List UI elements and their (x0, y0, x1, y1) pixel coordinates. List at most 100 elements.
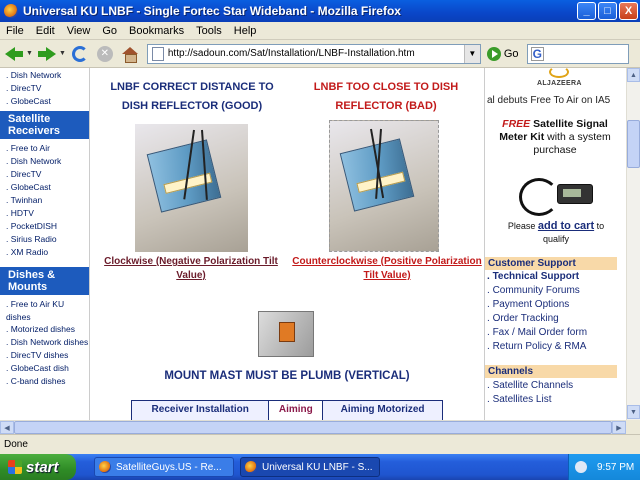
sidebar-link-directv-dishes[interactable]: . DirecTV dishes (0, 349, 89, 362)
menu-view[interactable]: View (61, 25, 97, 37)
scroll-down-icon[interactable]: ▼ (627, 405, 640, 419)
scroll-up-icon[interactable]: ▲ (627, 68, 640, 82)
url-dropdown-icon[interactable]: ▼ (463, 44, 480, 63)
payment-options-link[interactable]: . Payment Options (487, 299, 569, 310)
go-button[interactable]: Go (486, 46, 519, 61)
sidebar-link-dish-network[interactable]: . Dish Network (0, 155, 89, 168)
minimize-button[interactable]: _ (577, 2, 596, 20)
community-forums-link[interactable]: . Community Forums (487, 285, 580, 296)
menu-go[interactable]: Go (96, 25, 123, 37)
free-meter-promo: FREE Satellite Signal Meter Kit with a s… (499, 118, 611, 156)
sidebar-link-dish-network-dishes[interactable]: . Dish Network dishes (0, 336, 89, 349)
taskbar-item-universal-ku-lnbf[interactable]: Universal KU LNBF - S... (240, 457, 380, 477)
sidebar-link-globecast[interactable]: . GlobeCast (0, 181, 89, 194)
start-button[interactable]: start (0, 454, 76, 480)
signal-meter-image (513, 174, 603, 220)
sidebar-link-pocketdish[interactable]: . PocketDISH (0, 220, 89, 233)
right-sidebar: ALJAZEERA al debuts Free To Air on IA5 F… (484, 68, 626, 420)
menu-help[interactable]: Help (228, 25, 263, 37)
sidebar-heading-dishes-mounts: Dishes & Mounts (0, 267, 89, 295)
back-history-dropdown-icon[interactable]: ▼ (26, 50, 33, 57)
aljazeera-logo: ALJAZEERA (537, 68, 583, 88)
close-button[interactable]: X (619, 2, 638, 20)
fax-mail-order-link[interactable]: . Fax / Mail Order form (487, 327, 587, 338)
lnbf-image (146, 139, 222, 213)
return-policy-link[interactable]: . Return Policy & RMA (487, 341, 586, 352)
sidebar-link-dish-network-top[interactable]: . Dish Network (0, 69, 89, 82)
sidebar-link-twinhan[interactable]: . Twinhan (0, 194, 89, 207)
firefox-icon (4, 4, 18, 18)
aiming-motorized-link[interactable]: Aiming Motorized (322, 400, 443, 420)
vertical-scrollbar[interactable]: ▲ ▼ (626, 68, 640, 420)
clock: 9:57 PM (597, 461, 635, 473)
forward-button[interactable] (36, 43, 58, 65)
technical-support-link[interactable]: . Technical Support (487, 271, 579, 282)
qualify-text: qualify (542, 234, 569, 244)
aiming-link[interactable]: Aiming (268, 400, 324, 420)
stop-button[interactable]: ✕ (94, 43, 116, 65)
sidebar-link-hdtv[interactable]: . HDTV (0, 207, 89, 220)
satellites-list-link[interactable]: . Satellites List (487, 394, 551, 405)
cart-line: Please add to cart to (507, 220, 605, 232)
vertical-scroll-thumb[interactable] (627, 120, 640, 168)
sidebar-link-directv-top[interactable]: . DirecTV (0, 82, 89, 95)
order-tracking-link[interactable]: . Order Tracking (487, 313, 559, 324)
taskbar-item-satelliteguys[interactable]: SatelliteGuys.US - Re... (94, 457, 234, 477)
bad-lnbf-photo (329, 120, 439, 252)
counterclockwise-link[interactable]: Counterclockwise (Positive Polarization … (291, 255, 483, 283)
sidebar-link-sirius-radio[interactable]: . Sirius Radio (0, 233, 89, 246)
home-button[interactable] (119, 43, 141, 65)
url-bar[interactable]: http://sadoun.com/Sat/Installation/LNBF-… (146, 43, 481, 64)
meter-icon (557, 184, 593, 204)
sidebar-link-xm-radio[interactable]: . XM Radio (0, 246, 89, 259)
good-heading: LNBF CORRECT DISTANCE TO DISH REFLECTOR … (110, 81, 274, 112)
add-to-cart-link[interactable]: add to cart (538, 220, 594, 232)
go-arrow-icon (486, 46, 501, 61)
receiver-installation-link[interactable]: Receiver Installation (130, 400, 270, 420)
sidebar-heading-satellite-receivers: Satellite Receivers (0, 111, 89, 139)
stop-icon: ✕ (96, 45, 113, 62)
menu-bookmarks[interactable]: Bookmarks (123, 25, 190, 37)
window-title: Universal KU LNBF - Single Fortec Star W… (23, 4, 401, 18)
satellite-channels-link[interactable]: . Satellite Channels (487, 380, 573, 391)
sidebar-link-globecast-dish[interactable]: . GlobeCast dish (0, 362, 89, 375)
google-icon[interactable]: G (530, 46, 544, 61)
title-bar: Universal KU LNBF - Single Fortec Star W… (0, 0, 640, 22)
sidebar-link-free-to-air-ku-dishes[interactable]: . Free to Air KU dishes (0, 298, 89, 323)
cable-icon (519, 178, 559, 216)
url-text[interactable]: http://sadoun.com/Sat/Installation/LNBF-… (168, 48, 464, 59)
menu-tools[interactable]: Tools (190, 25, 228, 37)
back-button[interactable] (3, 43, 25, 65)
sidebar-link-c-band-dishes[interactable]: . C-band dishes (0, 375, 89, 388)
maximize-button[interactable]: □ (598, 2, 617, 20)
reload-icon (71, 45, 88, 62)
firefox-icon (245, 461, 257, 473)
menu-file[interactable]: File (0, 25, 30, 37)
go-label: Go (503, 47, 519, 60)
channels-heading: Channels (485, 365, 617, 378)
page-content: . Dish Network . DirecTV . GlobeCast Sat… (0, 68, 626, 420)
horizontal-scroll-thumb[interactable] (14, 421, 612, 434)
horizontal-scrollbar[interactable]: ◀ ▶ (0, 420, 626, 434)
tray-expand-icon[interactable] (575, 461, 587, 473)
plumb-mast-image (258, 311, 314, 357)
sidebar-link-globecast-top[interactable]: . GlobeCast (0, 95, 89, 108)
good-lnbf-photo (135, 124, 248, 252)
main-content: LNBF CORRECT DISTANCE TO DISH REFLECTOR … (91, 68, 483, 420)
reload-button[interactable] (69, 43, 91, 65)
sidebar-link-motorized-dishes[interactable]: . Motorized dishes (0, 323, 89, 336)
sidebar-link-free-to-air[interactable]: . Free to Air (0, 142, 89, 155)
forward-history-dropdown-icon[interactable]: ▼ (59, 50, 66, 57)
bad-heading: LNBF TOO CLOSE TO DISH REFLECTOR (BAD) (313, 81, 459, 112)
clockwise-link[interactable]: Clockwise (Negative Polarization Tilt Va… (91, 255, 291, 283)
scroll-right-icon[interactable]: ▶ (612, 421, 626, 434)
search-box[interactable]: G (526, 43, 629, 64)
back-arrow-icon (5, 46, 23, 61)
home-icon (121, 46, 138, 63)
scroll-left-icon[interactable]: ◀ (0, 421, 14, 434)
menu-edit[interactable]: Edit (30, 25, 61, 37)
taskbar: start SatelliteGuys.US - Re... Universal… (0, 454, 640, 480)
aljazeera-news-link[interactable]: al debuts Free To Air on IA5 (487, 95, 610, 106)
installation-nav-table: Receiver Installation Aiming Aiming Moto… (130, 400, 443, 420)
sidebar-link-directv[interactable]: . DirecTV (0, 168, 89, 181)
